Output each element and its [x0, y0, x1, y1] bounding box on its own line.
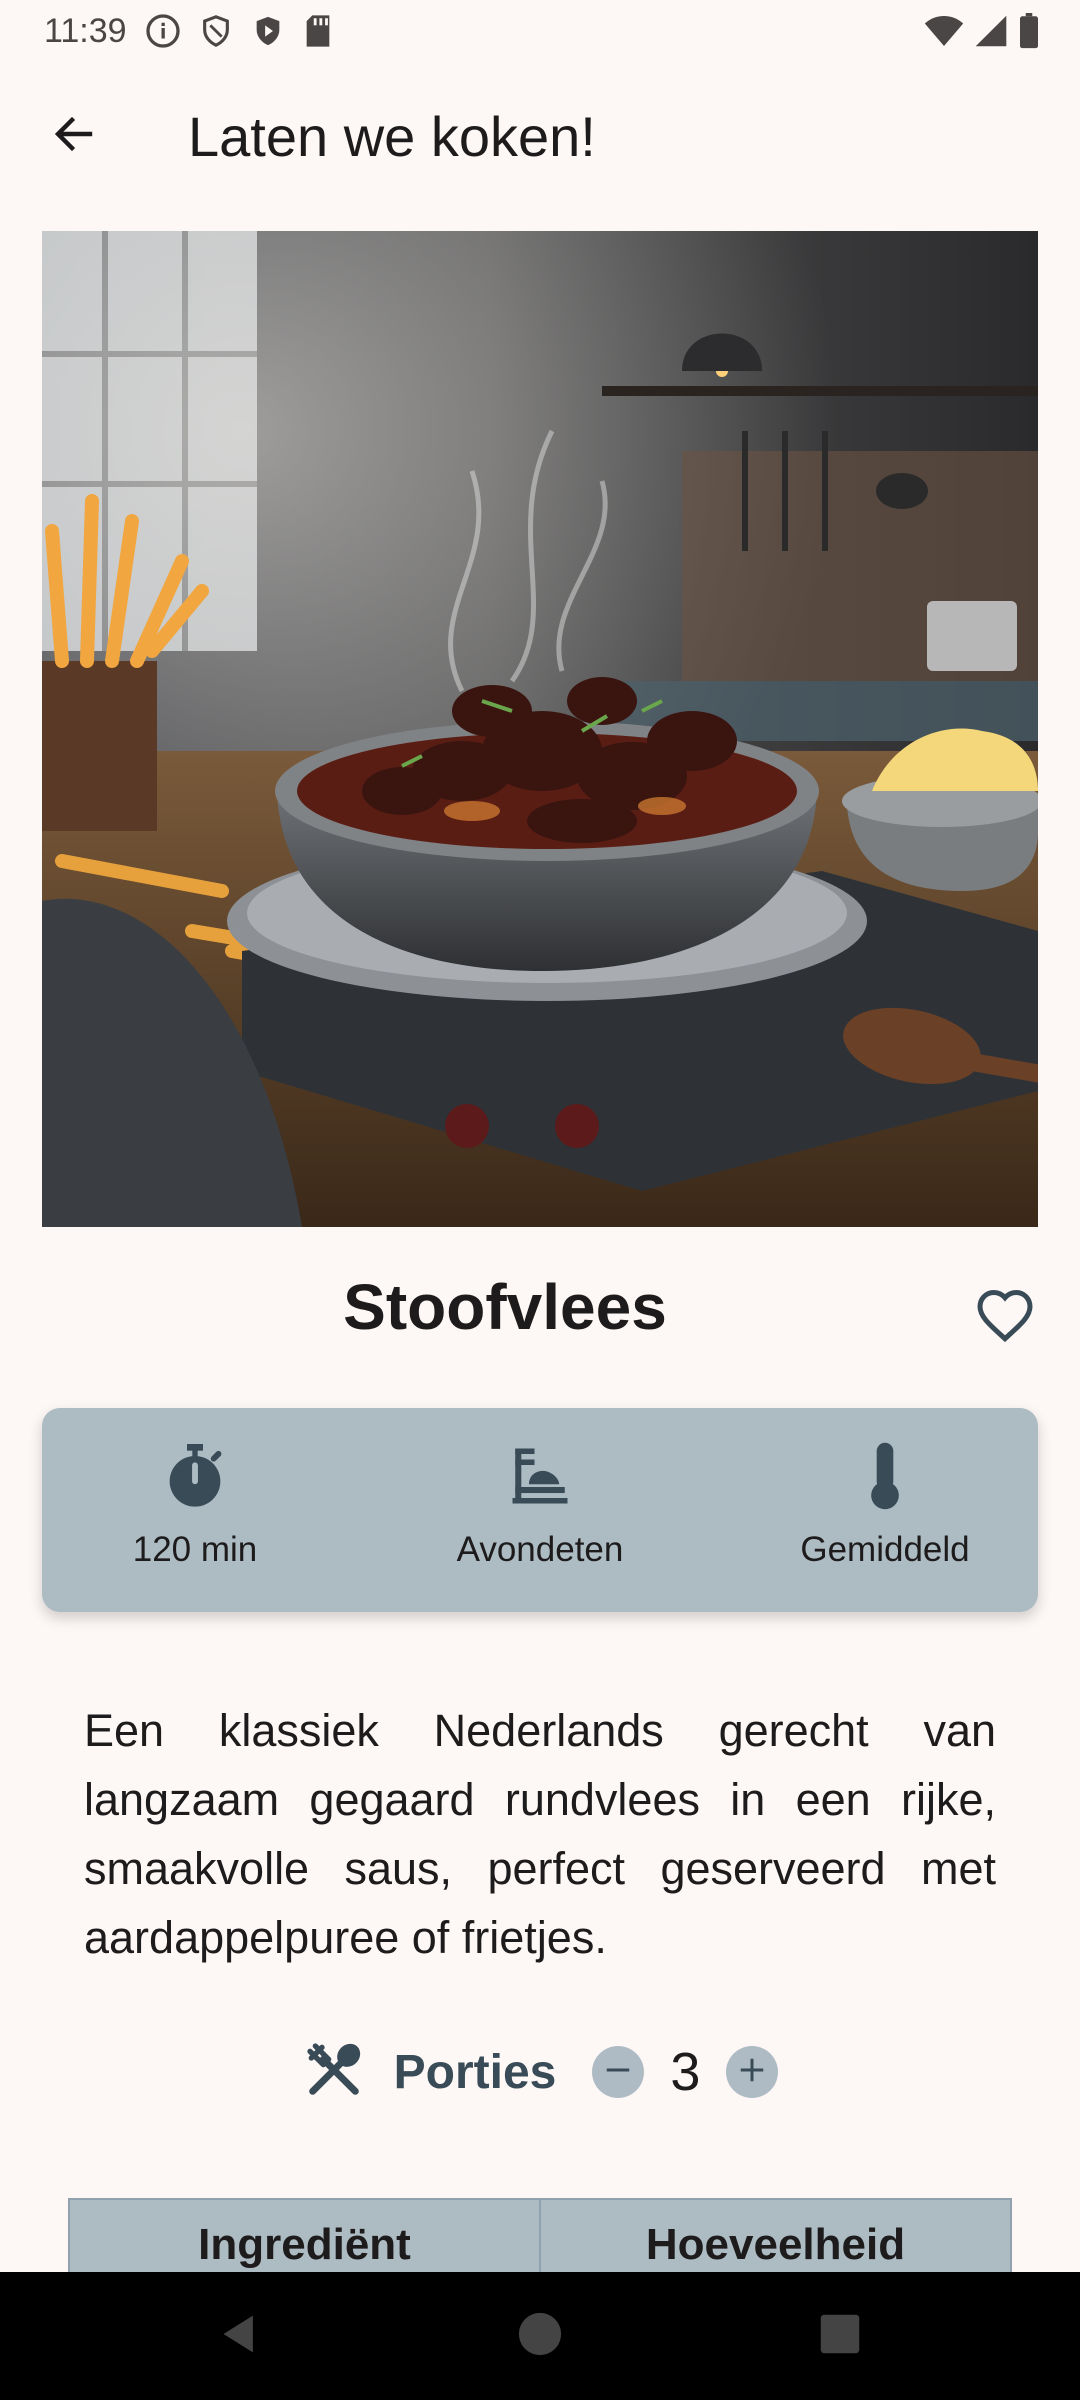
timer-icon: [163, 1436, 227, 1516]
portions-count: 3: [670, 2042, 701, 2102]
circle-home-icon: [517, 2311, 563, 2362]
sd-card-icon: [303, 14, 333, 48]
ingredients-header-amount: Hoeveelheid: [539, 2200, 1010, 2272]
heart-outline-icon: [975, 1287, 1035, 1348]
nav-home-button[interactable]: [465, 2286, 615, 2386]
info-time: 120 min: [65, 1436, 325, 1570]
recipe-info-card: 120 min Avondeten Gemiddeld: [42, 1408, 1038, 1612]
utensils-icon: [302, 2038, 366, 2107]
nav-back-button[interactable]: [165, 2286, 315, 2386]
status-bar: 11:39: [0, 0, 1080, 62]
app-title: Laten we koken!: [188, 104, 596, 168]
ingredients-table: Ingrediënt Hoeveelheid: [68, 2198, 1012, 2272]
favorite-button[interactable]: [972, 1284, 1038, 1350]
plus-icon: [737, 2055, 767, 2090]
recipe-image: [42, 231, 1038, 1227]
status-left: 11:39: [44, 12, 333, 51]
info-difficulty: Gemiddeld: [755, 1436, 1015, 1570]
info-meal: Avondeten: [410, 1436, 670, 1570]
portions-label: Porties: [393, 2045, 557, 2099]
status-time: 11:39: [44, 11, 127, 50]
info-icon: [145, 13, 181, 49]
shield-play-icon: [251, 13, 285, 49]
recipe-title: Stoofvlees: [343, 1271, 667, 1343]
back-button[interactable]: [24, 86, 124, 186]
cellular-icon: [974, 14, 1008, 48]
status-right: [924, 13, 1040, 49]
square-recents-icon: [819, 2313, 861, 2360]
ingredients-header-ingredient: Ingrediënt: [198, 2220, 411, 2269]
minus-icon: [603, 2055, 633, 2090]
triangle-back-icon: [218, 2312, 262, 2361]
shield-outline-icon: [199, 13, 233, 49]
info-difficulty-label: Gemiddeld: [800, 1530, 970, 1569]
system-nav-bar: [0, 2272, 1080, 2400]
info-time-label: 120 min: [132, 1530, 258, 1569]
arrow-back-icon: [50, 110, 98, 163]
app-bar: Laten we koken!: [0, 62, 1080, 210]
battery-icon: [1018, 13, 1040, 49]
wifi-icon: [924, 14, 964, 48]
nav-recents-button[interactable]: [765, 2286, 915, 2386]
increase-portions-button[interactable]: [726, 2046, 779, 2098]
info-meal-label: Avondeten: [456, 1530, 624, 1569]
thermometer-icon: [865, 1436, 905, 1516]
decrease-portions-button[interactable]: [592, 2046, 645, 2098]
recipe-description: Een klassiek Nederlands gerecht van lang…: [84, 1705, 996, 1963]
dinner-icon: [507, 1436, 573, 1516]
portions-control: Porties 3: [0, 2036, 1080, 2108]
